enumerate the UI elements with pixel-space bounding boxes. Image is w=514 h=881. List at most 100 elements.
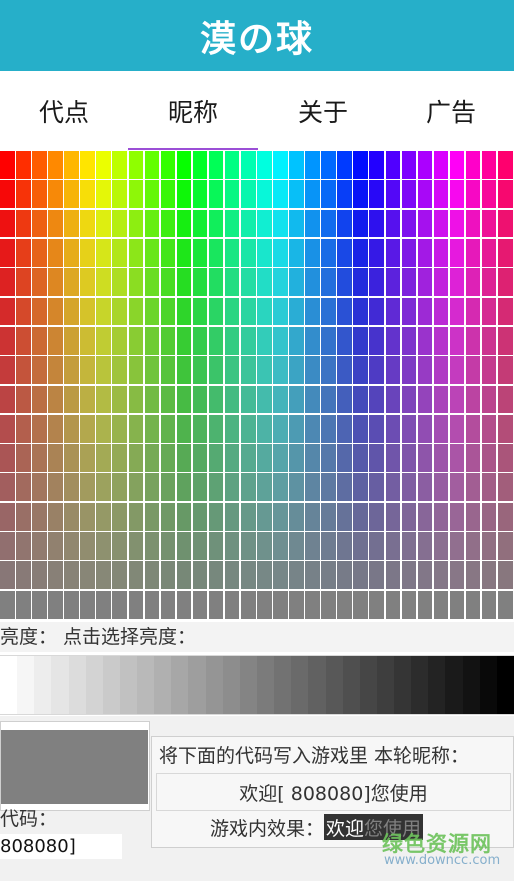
palette-cell[interactable] bbox=[224, 444, 240, 472]
brightness-step[interactable] bbox=[428, 656, 446, 714]
palette-cell[interactable] bbox=[481, 209, 497, 238]
palette-cell[interactable] bbox=[32, 238, 47, 267]
palette-cell[interactable] bbox=[208, 473, 224, 502]
palette-cell[interactable] bbox=[144, 238, 160, 267]
palette-cell[interactable] bbox=[417, 209, 433, 238]
palette-cell[interactable] bbox=[48, 444, 63, 472]
palette-cell[interactable] bbox=[465, 180, 481, 209]
palette-cell[interactable] bbox=[240, 385, 256, 414]
palette-cell[interactable] bbox=[128, 326, 144, 355]
palette-cell[interactable] bbox=[128, 561, 144, 590]
brightness-step[interactable] bbox=[171, 656, 189, 714]
palette-cell[interactable] bbox=[449, 444, 465, 472]
palette-cell[interactable] bbox=[321, 502, 336, 531]
palette-cell[interactable] bbox=[96, 561, 111, 590]
palette-cell[interactable] bbox=[433, 151, 449, 179]
palette-cell[interactable] bbox=[257, 151, 272, 179]
palette-cell[interactable] bbox=[240, 180, 256, 209]
palette-cell[interactable] bbox=[353, 238, 368, 267]
palette-cell[interactable] bbox=[240, 209, 256, 238]
palette-cell[interactable] bbox=[465, 151, 481, 179]
palette-cell[interactable] bbox=[224, 326, 240, 355]
palette-cell[interactable] bbox=[369, 532, 384, 560]
palette-cell[interactable] bbox=[0, 590, 15, 619]
palette-cell[interactable] bbox=[0, 473, 15, 502]
palette-cell[interactable] bbox=[369, 297, 384, 326]
palette-cell[interactable] bbox=[48, 561, 63, 590]
palette-cell[interactable] bbox=[353, 590, 368, 619]
palette-cell[interactable] bbox=[385, 590, 401, 619]
palette-cell[interactable] bbox=[160, 444, 176, 472]
palette-cell[interactable] bbox=[208, 414, 224, 443]
palette-cell[interactable] bbox=[128, 209, 144, 238]
palette-cell[interactable] bbox=[80, 414, 95, 443]
palette-cell[interactable] bbox=[48, 414, 63, 443]
palette-cell[interactable] bbox=[224, 209, 240, 238]
palette-cell[interactable] bbox=[497, 297, 513, 326]
palette-cell[interactable] bbox=[192, 414, 208, 443]
palette-cell[interactable] bbox=[497, 180, 513, 209]
palette-cell[interactable] bbox=[289, 356, 304, 384]
palette-cell[interactable] bbox=[128, 180, 144, 209]
palette-cell[interactable] bbox=[112, 297, 127, 326]
palette-cell[interactable] bbox=[417, 561, 433, 590]
palette-cell[interactable] bbox=[192, 444, 208, 472]
palette-cell[interactable] bbox=[176, 473, 192, 502]
palette-cell[interactable] bbox=[48, 356, 63, 384]
brightness-step[interactable] bbox=[154, 656, 172, 714]
palette-cell[interactable] bbox=[176, 414, 192, 443]
palette-cell[interactable] bbox=[176, 180, 192, 209]
brightness-step[interactable] bbox=[445, 656, 464, 714]
palette-cell[interactable] bbox=[48, 502, 63, 531]
palette-cell[interactable] bbox=[208, 590, 224, 619]
palette-cell[interactable] bbox=[449, 268, 465, 297]
palette-cell[interactable] bbox=[385, 180, 401, 209]
palette-cell[interactable] bbox=[64, 414, 79, 443]
palette-cell[interactable] bbox=[385, 268, 401, 297]
palette-cell[interactable] bbox=[481, 238, 497, 267]
palette-cell[interactable] bbox=[192, 209, 208, 238]
palette-cell[interactable] bbox=[465, 238, 481, 267]
palette-cell[interactable] bbox=[144, 590, 160, 619]
palette-cell[interactable] bbox=[465, 473, 481, 502]
palette-cell[interactable] bbox=[208, 238, 224, 267]
palette-cell[interactable] bbox=[64, 326, 79, 355]
palette-cell[interactable] bbox=[321, 385, 336, 414]
palette-cell[interactable] bbox=[353, 209, 368, 238]
palette-cell[interactable] bbox=[64, 502, 79, 531]
palette-cell[interactable] bbox=[80, 532, 95, 560]
palette-cell[interactable] bbox=[80, 326, 95, 355]
palette-cell[interactable] bbox=[289, 180, 304, 209]
palette-cell[interactable] bbox=[224, 473, 240, 502]
palette-cell[interactable] bbox=[449, 297, 465, 326]
palette-cell[interactable] bbox=[224, 180, 240, 209]
palette-cell[interactable] bbox=[32, 532, 47, 560]
palette-cell[interactable] bbox=[80, 268, 95, 297]
brightness-step[interactable] bbox=[291, 656, 309, 714]
palette-cell[interactable] bbox=[353, 180, 368, 209]
palette-cell[interactable] bbox=[385, 151, 401, 179]
palette-cell[interactable] bbox=[64, 473, 79, 502]
palette-cell[interactable] bbox=[289, 238, 304, 267]
palette-cell[interactable] bbox=[96, 268, 111, 297]
palette-cell[interactable] bbox=[257, 180, 272, 209]
palette-cell[interactable] bbox=[465, 326, 481, 355]
palette-cell[interactable] bbox=[321, 268, 336, 297]
palette-cell[interactable] bbox=[401, 209, 417, 238]
palette-cell[interactable] bbox=[321, 473, 336, 502]
palette-cell[interactable] bbox=[385, 297, 401, 326]
palette-cell[interactable] bbox=[337, 532, 352, 560]
palette-cell[interactable] bbox=[16, 209, 31, 238]
palette-cell[interactable] bbox=[257, 385, 272, 414]
palette-cell[interactable] bbox=[208, 209, 224, 238]
palette-cell[interactable] bbox=[224, 502, 240, 531]
brightness-step[interactable] bbox=[68, 656, 87, 714]
palette-cell[interactable] bbox=[385, 473, 401, 502]
palette-cell[interactable] bbox=[273, 502, 288, 531]
palette-cell[interactable] bbox=[16, 151, 31, 179]
palette-cell[interactable] bbox=[32, 590, 47, 619]
palette-cell[interactable] bbox=[417, 444, 433, 472]
palette-cell[interactable] bbox=[96, 209, 111, 238]
palette-cell[interactable] bbox=[401, 238, 417, 267]
palette-cell[interactable] bbox=[273, 180, 288, 209]
